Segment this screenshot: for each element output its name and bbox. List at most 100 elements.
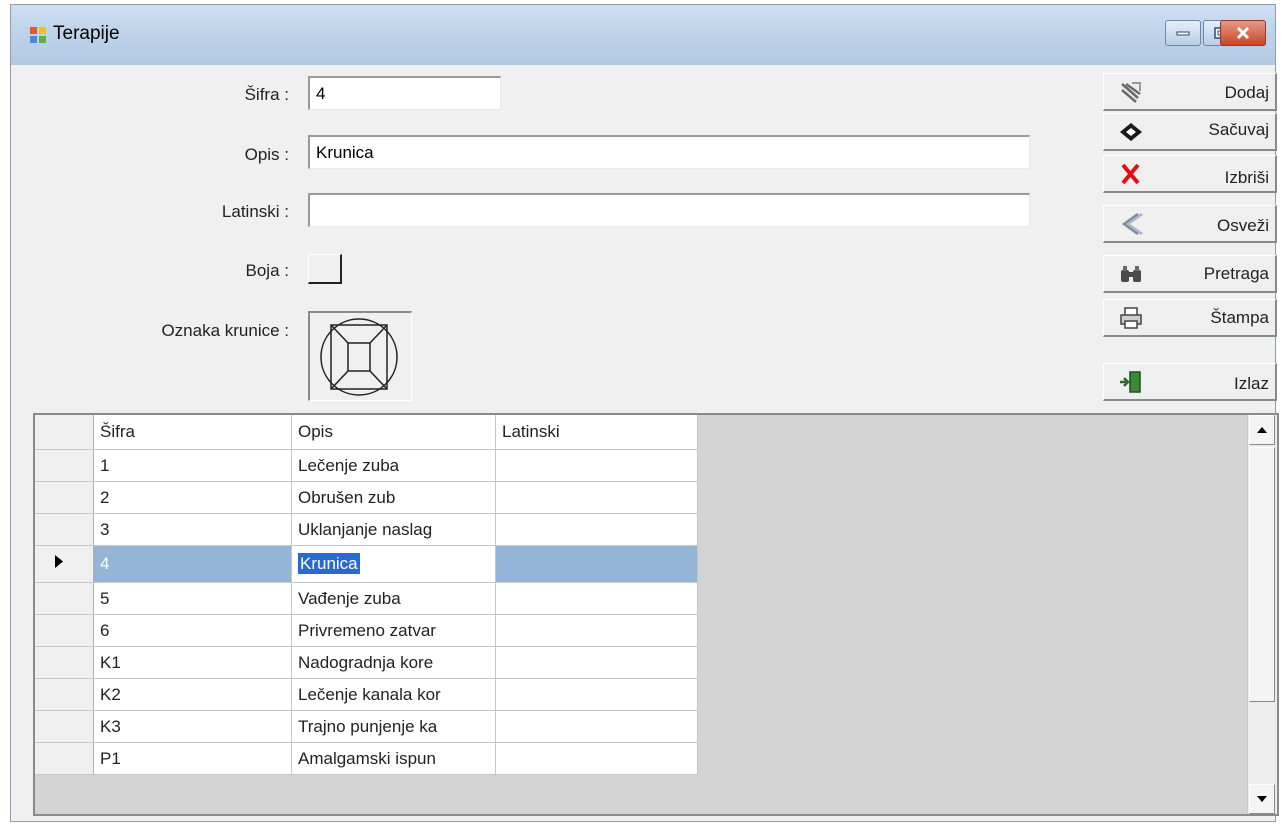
- cell-opis[interactable]: Lečenje zuba: [291, 449, 496, 482]
- table-row[interactable]: P1 Amalgamski ispun: [35, 742, 698, 775]
- cell-latinski[interactable]: [495, 614, 698, 647]
- table-row[interactable]: 5 Vađenje zuba: [35, 582, 698, 615]
- cell-opis[interactable]: Vađenje zuba: [291, 582, 496, 615]
- cell-latinski[interactable]: [495, 481, 698, 514]
- row-header[interactable]: [35, 710, 94, 743]
- column-header-sifra[interactable]: Šifra: [93, 415, 292, 450]
- arrow-down-icon: [1257, 796, 1267, 802]
- column-header-opis[interactable]: Opis: [291, 415, 496, 450]
- latinski-label: Latinski :: [221, 202, 289, 221]
- refresh-arrows-icon: [1121, 212, 1143, 236]
- table-row[interactable]: 2 Obrušen zub: [35, 481, 698, 514]
- grid-body: 1 Lečenje zuba 2 Obrušen zub 3 Uklanjanj…: [35, 449, 698, 775]
- opis-label: Opis :: [244, 145, 289, 164]
- table-row[interactable]: 3 Uklanjanje naslag: [35, 513, 698, 546]
- save-button[interactable]: Sačuvaj: [1103, 113, 1277, 151]
- scroll-thumb[interactable]: [1249, 447, 1275, 702]
- grid-table: Šifra Opis Latinski 1 Lečenje zuba 2 Obr…: [35, 415, 698, 775]
- sifra-field[interactable]: [308, 76, 501, 110]
- add-button[interactable]: Dodaj: [1103, 73, 1277, 111]
- row-header[interactable]: [35, 614, 94, 647]
- form-client-area: Šifra : Opis : Latinski : Boja : Oznaka …: [21, 65, 1279, 816]
- latinski-field[interactable]: [308, 193, 1030, 227]
- minimize-button[interactable]: [1165, 20, 1201, 46]
- exit-button[interactable]: Izlaz: [1103, 363, 1277, 401]
- cell-opis[interactable]: Trajno punjenje ka: [291, 710, 496, 743]
- app-form-icon: [30, 27, 46, 43]
- row-header[interactable]: [35, 513, 94, 546]
- table-row[interactable]: 6 Privremeno zatvar: [35, 614, 698, 647]
- color-picker-button[interactable]: [308, 254, 342, 284]
- therapy-grid[interactable]: Šifra Opis Latinski 1 Lečenje zuba 2 Obr…: [33, 413, 1279, 816]
- search-label: Pretraga: [1203, 264, 1269, 283]
- delete-x-icon: [1121, 163, 1140, 185]
- table-row[interactable]: 1 Lečenje zuba: [35, 449, 698, 482]
- cell-latinski[interactable]: [495, 449, 698, 482]
- search-button[interactable]: Pretraga: [1103, 255, 1277, 293]
- delete-label: Izbriši: [1224, 168, 1269, 187]
- title-bar[interactable]: Terapije: [11, 5, 1275, 65]
- cell-sifra[interactable]: 1: [93, 449, 292, 482]
- oznaka-krunice-label: Oznaka krunice :: [161, 321, 289, 340]
- cell-opis[interactable]: Privremeno zatvar: [291, 614, 496, 647]
- cell-sifra[interactable]: K2: [93, 678, 292, 711]
- row-header[interactable]: [35, 678, 94, 711]
- cell-opis[interactable]: Lečenje kanala kor: [291, 678, 496, 711]
- table-row[interactable]: K1 Nadogradnja kore: [35, 646, 698, 679]
- cell-latinski[interactable]: [495, 646, 698, 679]
- print-button[interactable]: Štampa: [1103, 299, 1277, 337]
- vertical-scrollbar[interactable]: [1247, 415, 1277, 814]
- cell-opis[interactable]: Amalgamski ispun: [291, 742, 496, 775]
- cell-sifra[interactable]: K1: [93, 646, 292, 679]
- save-label: Sačuvaj: [1208, 120, 1269, 139]
- row-header-current[interactable]: [35, 545, 94, 583]
- opis-field[interactable]: [308, 135, 1030, 169]
- cell-latinski[interactable]: [495, 710, 698, 743]
- cell-opis[interactable]: Obrušen zub: [291, 481, 496, 514]
- scroll-up-button[interactable]: [1249, 415, 1275, 445]
- cell-sifra[interactable]: 2: [93, 481, 292, 514]
- cell-sifra[interactable]: 4: [93, 545, 292, 583]
- table-row[interactable]: K2 Lečenje kanala kor: [35, 678, 698, 711]
- minimize-icon: [1176, 31, 1190, 36]
- cell-opis[interactable]: Nadogradnja kore: [291, 646, 496, 679]
- cell-sifra[interactable]: 3: [93, 513, 292, 546]
- selected-cell-text[interactable]: Krunica: [298, 553, 360, 574]
- cell-sifra[interactable]: K3: [93, 710, 292, 743]
- close-button[interactable]: [1220, 20, 1266, 46]
- scroll-down-button[interactable]: [1249, 784, 1275, 814]
- row-header[interactable]: [35, 742, 94, 775]
- row-header[interactable]: [35, 582, 94, 615]
- row-header-corner: [35, 415, 94, 450]
- table-row[interactable]: K3 Trajno punjenje ka: [35, 710, 698, 743]
- cell-latinski[interactable]: [495, 545, 698, 583]
- cell-latinski[interactable]: [495, 513, 698, 546]
- cell-opis[interactable]: Uklanjanje naslag: [291, 513, 496, 546]
- current-row-arrow-icon: [55, 555, 63, 568]
- refresh-label: Osveži: [1217, 216, 1269, 235]
- print-label: Štampa: [1210, 308, 1269, 327]
- crown-symbol-icon: [320, 318, 398, 396]
- refresh-button[interactable]: Osveži: [1103, 205, 1277, 243]
- cell-latinski[interactable]: [495, 742, 698, 775]
- cell-sifra[interactable]: P1: [93, 742, 292, 775]
- row-header[interactable]: [35, 481, 94, 514]
- boja-label: Boja :: [245, 261, 289, 280]
- cell-sifra[interactable]: 6: [93, 614, 292, 647]
- window-title: Terapije: [53, 23, 120, 44]
- binoculars-icon: [1121, 266, 1141, 282]
- cell-sifra[interactable]: 5: [93, 582, 292, 615]
- cell-latinski[interactable]: [495, 678, 698, 711]
- close-icon: [1236, 26, 1250, 40]
- cell-opis-editing[interactable]: Krunica: [291, 545, 496, 583]
- delete-button[interactable]: Izbriši: [1103, 155, 1277, 193]
- terapije-window: Terapije Šifra : Opis : Latinski : Boja …: [10, 4, 1279, 822]
- printer-icon: [1120, 307, 1142, 329]
- column-header-latinski[interactable]: Latinski: [495, 415, 698, 450]
- table-row-selected[interactable]: 4 Krunica: [35, 545, 698, 583]
- grid-header-row: Šifra Opis Latinski: [35, 415, 698, 450]
- row-header[interactable]: [35, 449, 94, 482]
- crown-marker-box[interactable]: [308, 311, 412, 401]
- row-header[interactable]: [35, 646, 94, 679]
- cell-latinski[interactable]: [495, 582, 698, 615]
